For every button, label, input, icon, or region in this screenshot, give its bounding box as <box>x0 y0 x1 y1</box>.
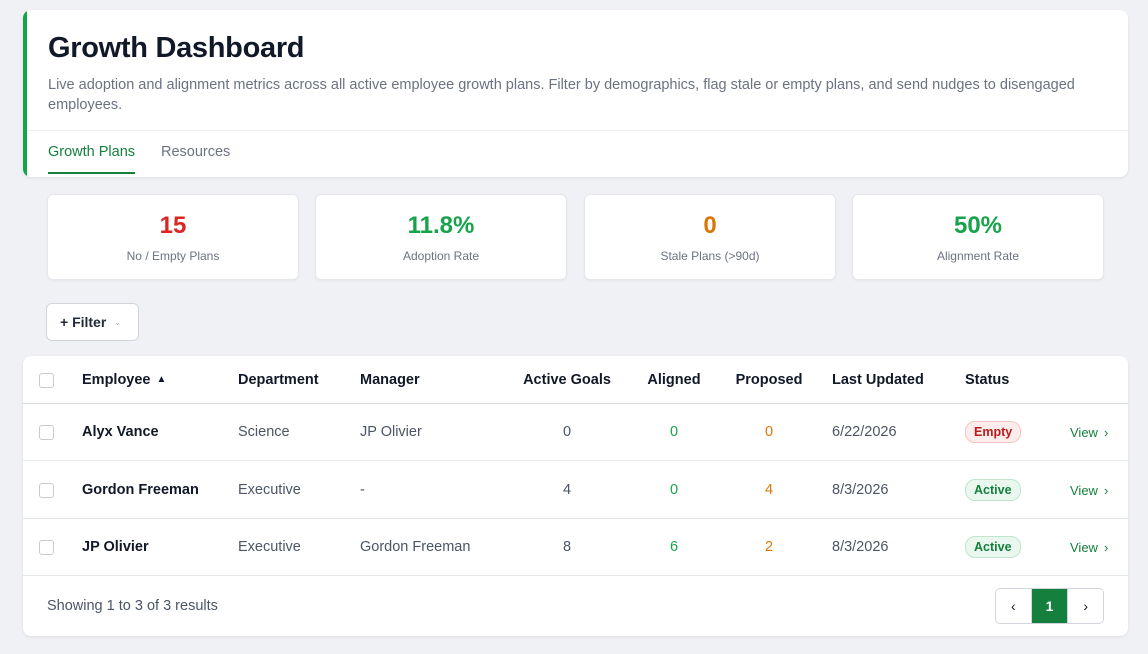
stat-card-empty-plans: 15 No / Empty Plans <box>47 194 299 280</box>
department: Executive <box>238 482 301 498</box>
chevron-right-icon: › <box>1103 424 1109 440</box>
page-title: Growth Dashboard <box>48 32 305 64</box>
active-tab-underline <box>48 172 136 174</box>
chevron-right-icon: › <box>1083 598 1088 614</box>
stat-card-adoption-rate: 11.8% Adoption Rate <box>315 194 567 280</box>
row-checkbox[interactable] <box>39 483 54 498</box>
column-header-proposed[interactable]: Proposed <box>729 356 809 403</box>
tab-resources-label: Resources <box>161 144 231 160</box>
column-header-last-updated[interactable]: Last Updated <box>832 356 924 403</box>
chevron-down-icon: ⌄ <box>114 317 121 327</box>
chevron-right-icon: › <box>1103 482 1109 498</box>
row-checkbox[interactable] <box>39 540 54 555</box>
results-summary: Showing 1 to 3 of 3 results <box>47 598 218 614</box>
previous-page-button[interactable]: ‹ <box>996 589 1031 623</box>
last-updated: 8/3/2026 <box>832 482 889 498</box>
chevron-right-icon: › <box>1103 539 1109 555</box>
column-header-department[interactable]: Department <box>238 356 319 403</box>
table-header-row: Employee ▲ Department Manager Active Goa… <box>23 356 1128 404</box>
stat-label: Stale Plans (>90d) <box>660 249 760 263</box>
accent-bar <box>23 10 27 177</box>
table-row: Alyx Vance Science JP Olivier 0 0 0 6/22… <box>23 404 1128 461</box>
last-updated: 8/3/2026 <box>832 539 889 555</box>
stat-card-alignment-rate: 50% Alignment Rate <box>852 194 1104 280</box>
filter-button-label: + Filter <box>60 314 107 330</box>
proposed-count: 2 <box>764 539 774 555</box>
aligned-count: 0 <box>669 424 679 440</box>
column-header-label: Employee <box>82 371 151 388</box>
tab-resources[interactable]: Resources <box>161 144 230 160</box>
status-cell: Active <box>965 462 1021 518</box>
proposed-count: 0 <box>764 424 774 440</box>
stat-label: No / Empty Plans <box>126 249 220 263</box>
header-divider <box>27 130 1128 131</box>
status-cell: Empty <box>965 404 1022 460</box>
tab-growth-plans-label: Growth Plans <box>48 144 136 160</box>
stat-label: Alignment Rate <box>936 249 1020 263</box>
view-link-label: View <box>1070 424 1098 440</box>
stat-value: 50% <box>953 212 1003 239</box>
view-link[interactable]: View › <box>1070 462 1108 518</box>
chevron-left-icon: ‹ <box>1011 598 1016 614</box>
column-header-aligned[interactable]: Aligned <box>635 356 713 403</box>
stat-value: 15 <box>159 212 187 239</box>
employee-name: Gordon Freeman <box>82 482 199 498</box>
status-badge: Empty <box>965 421 1022 443</box>
column-header-status[interactable]: Status <box>965 356 1009 403</box>
tab-growth-plans[interactable]: Growth Plans <box>48 144 136 174</box>
aligned-count: 0 <box>669 482 679 498</box>
view-link-label: View <box>1070 539 1098 555</box>
page-description: Live adoption and alignment metrics acro… <box>48 77 1075 113</box>
column-header-active-goals[interactable]: Active Goals <box>517 356 617 403</box>
next-page-button[interactable]: › <box>1068 589 1103 623</box>
sort-ascending-icon: ▲ <box>156 374 167 385</box>
proposed-count: 4 <box>764 482 774 498</box>
manager: JP Olivier <box>360 424 422 440</box>
aligned-count: 6 <box>669 539 679 555</box>
stat-label: Adoption Rate <box>402 249 480 263</box>
filter-button[interactable]: + Filter ⌄ <box>46 303 139 341</box>
page-button-current[interactable]: 1 <box>1030 589 1069 623</box>
table-row: JP Olivier Executive Gordon Freeman 8 6 … <box>23 519 1128 576</box>
last-updated: 6/22/2026 <box>832 424 897 440</box>
column-header-manager[interactable]: Manager <box>360 356 420 403</box>
active-goals: 4 <box>562 482 572 498</box>
status-badge: Active <box>965 479 1021 501</box>
pagination: ‹ 1 › <box>995 588 1104 624</box>
stat-value: 0 <box>703 212 717 239</box>
department: Science <box>238 424 290 440</box>
table-row: Gordon Freeman Executive - 4 0 4 8/3/202… <box>23 462 1128 519</box>
view-link[interactable]: View › <box>1070 404 1108 460</box>
stat-value: 11.8% <box>407 212 475 239</box>
employee-name: Alyx Vance <box>82 424 159 440</box>
header-card: Growth Dashboard Live adoption and align… <box>23 10 1128 177</box>
manager: Gordon Freeman <box>360 539 471 555</box>
employees-table: Employee ▲ Department Manager Active Goa… <box>23 356 1128 636</box>
view-link[interactable]: View › <box>1070 519 1108 575</box>
active-goals: 8 <box>562 539 572 555</box>
status-cell: Active <box>965 519 1021 575</box>
stat-card-stale-plans: 0 Stale Plans (>90d) <box>584 194 836 280</box>
select-all-checkbox[interactable] <box>39 372 54 388</box>
manager: - <box>360 482 365 498</box>
column-header-employee[interactable]: Employee ▲ <box>82 356 166 403</box>
status-badge: Active <box>965 536 1021 558</box>
active-goals: 0 <box>562 424 572 440</box>
view-link-label: View <box>1070 482 1098 498</box>
department: Executive <box>238 539 301 555</box>
employee-name: JP Olivier <box>82 539 149 555</box>
row-checkbox[interactable] <box>39 425 54 440</box>
